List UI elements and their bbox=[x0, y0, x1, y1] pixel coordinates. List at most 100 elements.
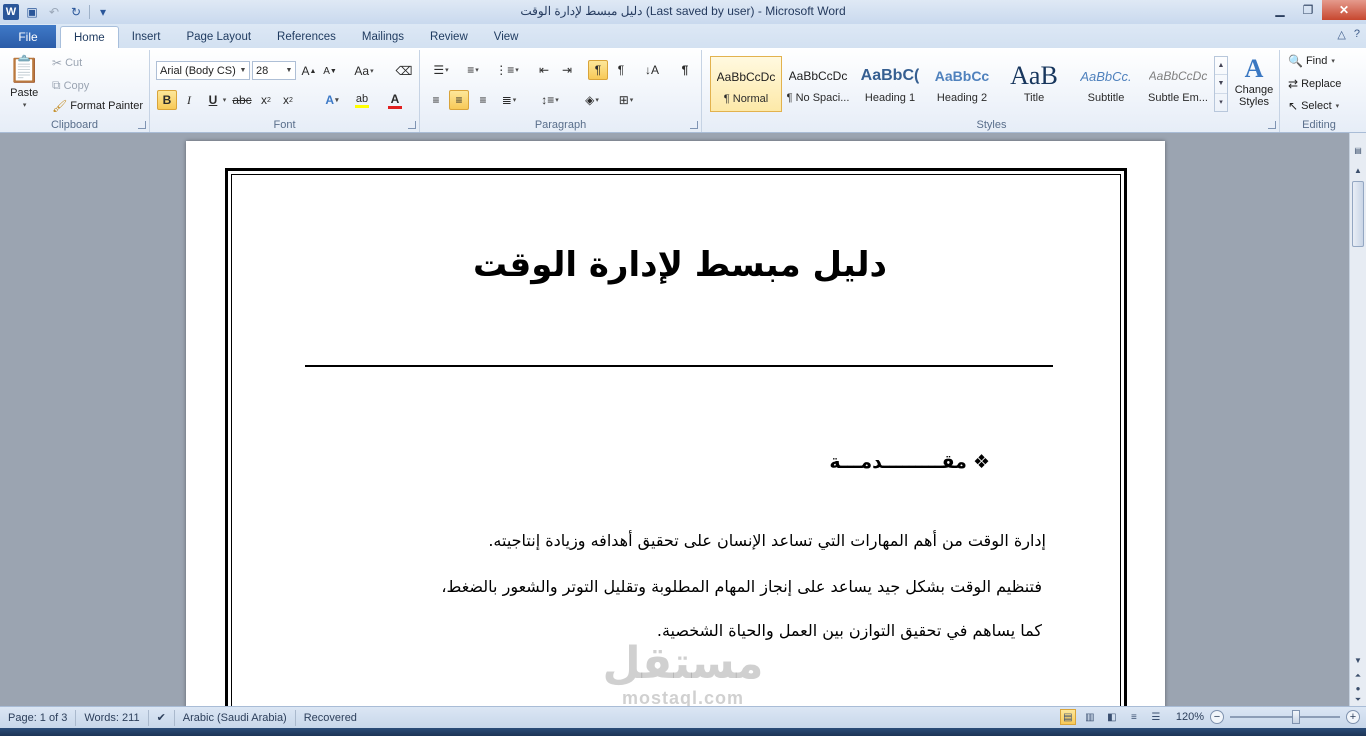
style-no-spacing[interactable]: AaBbCcDc ¶ No Spaci... bbox=[782, 56, 854, 112]
zoom-in-icon[interactable]: + bbox=[1346, 710, 1360, 724]
clear-formatting-icon[interactable]: ⌫ bbox=[394, 61, 414, 81]
vertical-scrollbar[interactable]: ▤ ▲ ▼ ⏶ ● ⏷ bbox=[1349, 133, 1366, 706]
scroll-down-icon[interactable]: ▼ bbox=[1351, 653, 1365, 667]
dialog-launcher-icon[interactable] bbox=[690, 121, 698, 129]
tab-insert[interactable]: Insert bbox=[119, 26, 174, 48]
zoom-slider[interactable] bbox=[1230, 710, 1340, 724]
justify-icon[interactable]: ≣ ▾ bbox=[496, 90, 522, 110]
page-indicator[interactable]: Page: 1 of 3 bbox=[0, 709, 77, 726]
paragraph-line-1[interactable]: إدارة الوقت من أهم المهارات التي تساعد ا… bbox=[488, 531, 1046, 550]
line-spacing-icon[interactable]: ↕≡ ▾ bbox=[536, 90, 564, 110]
grow-font-icon[interactable]: A ▲ bbox=[299, 61, 319, 81]
draft-icon[interactable]: ☰ bbox=[1148, 709, 1164, 725]
format-painter-button[interactable]: 🖌 Format Painter bbox=[52, 99, 143, 113]
chevron-down-icon[interactable]: ▾ bbox=[219, 90, 229, 110]
style-subtle-emphasis[interactable]: AaBbCcDc Subtle Em... bbox=[1142, 56, 1214, 112]
cut-button[interactable]: ✂ Cut bbox=[52, 56, 82, 70]
minimize-ribbon-icon[interactable]: △ bbox=[1337, 28, 1345, 41]
style-normal[interactable]: AaBbCcDc ¶ Normal bbox=[710, 56, 782, 112]
next-page-icon[interactable]: ⏷ bbox=[1351, 693, 1365, 707]
word-count[interactable]: Words: 211 bbox=[76, 709, 149, 726]
increase-indent-icon[interactable]: ⇥ bbox=[557, 60, 577, 80]
document-title[interactable]: دليل مبسط لإدارة الوقت bbox=[232, 245, 1128, 285]
restore-icon[interactable]: ❐ bbox=[1294, 0, 1322, 20]
redo-icon[interactable]: ↻ bbox=[67, 3, 85, 21]
section-heading[interactable]: ❖ مقـــــــــدمـــة bbox=[829, 451, 990, 473]
font-size-combo[interactable]: 28 ▼ bbox=[252, 61, 296, 80]
tab-page-layout[interactable]: Page Layout bbox=[173, 26, 264, 48]
document-page[interactable]: دليل مبسط لإدارة الوقت ❖ مقـــــــــدمــ… bbox=[186, 141, 1165, 706]
ltr-direction-icon[interactable]: ¶ bbox=[588, 60, 608, 80]
dialog-launcher-icon[interactable] bbox=[408, 121, 416, 129]
zoom-level[interactable]: 120% bbox=[1176, 711, 1204, 723]
align-right-icon[interactable]: ≡ bbox=[473, 90, 493, 110]
shading-icon[interactable]: ◈ ▾ bbox=[578, 90, 606, 110]
bold-icon[interactable]: B bbox=[157, 90, 177, 110]
dialog-launcher-icon[interactable] bbox=[1268, 121, 1276, 129]
minimize-icon[interactable]: ▁ bbox=[1266, 0, 1294, 20]
paragraph-line-3[interactable]: كما يساهم في تحقيق التوازن بين العمل وال… bbox=[657, 621, 1042, 640]
text-effects-icon[interactable]: A ▾ bbox=[318, 90, 346, 110]
tab-mailings[interactable]: Mailings bbox=[349, 26, 417, 48]
style-heading-1[interactable]: AaBbC( Heading 1 bbox=[854, 56, 926, 112]
change-styles-button[interactable]: A Change Styles bbox=[1232, 54, 1276, 108]
full-screen-reading-icon[interactable]: ▥ bbox=[1082, 709, 1098, 725]
proofing-status[interactable]: ✔ bbox=[149, 709, 175, 726]
zoom-out-icon[interactable]: − bbox=[1210, 710, 1224, 724]
align-center-icon[interactable]: ≡ bbox=[449, 90, 469, 110]
styles-gallery-scroll[interactable]: ▲ ▼ ▾ bbox=[1214, 56, 1228, 112]
style-subtitle[interactable]: AaBbCc. Subtitle bbox=[1070, 56, 1142, 112]
highlight-icon[interactable]: ab bbox=[348, 90, 376, 110]
borders-icon[interactable]: ⊞ ▾ bbox=[612, 90, 640, 110]
word-logo-icon[interactable]: W bbox=[3, 4, 19, 20]
scroll-down-icon[interactable]: ▼ bbox=[1215, 75, 1227, 94]
change-case-icon[interactable]: Aa ▾ bbox=[350, 61, 378, 81]
more-icon[interactable]: ▾ bbox=[1215, 94, 1227, 111]
copy-button[interactable]: ⧉ Copy bbox=[52, 78, 89, 93]
bullets-icon[interactable]: ☰ ▾ bbox=[428, 60, 454, 80]
sort-icon[interactable]: ↓A bbox=[642, 60, 662, 80]
help-icon[interactable]: ? bbox=[1354, 28, 1360, 41]
scrollbar-thumb[interactable] bbox=[1352, 181, 1364, 247]
tab-references[interactable]: References bbox=[264, 26, 349, 48]
zoom-slider-thumb[interactable] bbox=[1292, 710, 1300, 724]
scroll-up-icon[interactable]: ▲ bbox=[1351, 163, 1365, 177]
scroll-up-icon[interactable]: ▲ bbox=[1215, 57, 1227, 76]
outline-icon[interactable]: ≡ bbox=[1126, 709, 1142, 725]
tab-file[interactable]: File bbox=[0, 25, 56, 48]
subscript-icon[interactable]: x2 bbox=[256, 90, 276, 110]
find-button[interactable]: 🔍 Find ▾ bbox=[1288, 54, 1335, 68]
strikethrough-icon[interactable]: abc bbox=[230, 90, 254, 110]
close-icon[interactable]: ✕ bbox=[1322, 0, 1366, 20]
customize-qat-icon[interactable]: ▾ bbox=[94, 3, 112, 21]
rtl-direction-icon[interactable]: ¶ bbox=[611, 60, 631, 80]
language-indicator[interactable]: Arabic (Saudi Arabia) bbox=[175, 709, 296, 726]
show-marks-icon[interactable]: ¶ bbox=[675, 60, 695, 80]
decrease-indent-icon[interactable]: ⇤ bbox=[534, 60, 554, 80]
paragraph-line-2[interactable]: فتنظيم الوقت بشكل جيد يساعد على إنجاز ال… bbox=[441, 577, 1042, 596]
select-button[interactable]: ↖ Select ▾ bbox=[1288, 99, 1339, 113]
save-icon[interactable]: ▣ bbox=[23, 3, 41, 21]
align-left-icon[interactable]: ≡ bbox=[426, 90, 446, 110]
italic-icon[interactable]: I bbox=[179, 90, 199, 110]
multilevel-list-icon[interactable]: ⋮≡ ▾ bbox=[492, 60, 522, 80]
replace-button[interactable]: ⇄ Replace bbox=[1288, 77, 1341, 91]
numbering-icon[interactable]: ≡ ▾ bbox=[460, 60, 486, 80]
style-heading-2[interactable]: AaBbCc Heading 2 bbox=[926, 56, 998, 112]
dialog-launcher-icon[interactable] bbox=[138, 121, 146, 129]
paste-button[interactable]: 📋 Paste ▾ bbox=[8, 54, 40, 109]
web-layout-icon[interactable]: ◧ bbox=[1104, 709, 1120, 725]
font-name-combo[interactable]: Arial (Body CS) ▼ bbox=[156, 61, 250, 80]
tab-view[interactable]: View bbox=[481, 26, 532, 48]
style-title[interactable]: AaB Title bbox=[998, 56, 1070, 112]
tab-home[interactable]: Home bbox=[60, 26, 119, 48]
shrink-font-icon[interactable]: A ▼ bbox=[320, 61, 340, 81]
select-label: Select bbox=[1301, 100, 1332, 112]
print-layout-icon[interactable]: ▤ bbox=[1059, 709, 1076, 725]
tab-review[interactable]: Review bbox=[417, 26, 481, 48]
ruler-toggle-icon[interactable]: ▤ bbox=[1351, 143, 1365, 157]
ribbon-right-controls: △ ? bbox=[1337, 28, 1360, 41]
undo-icon[interactable]: ↶ bbox=[45, 3, 63, 21]
superscript-icon[interactable]: x2 bbox=[278, 90, 298, 110]
font-color-icon[interactable]: A bbox=[382, 90, 408, 110]
